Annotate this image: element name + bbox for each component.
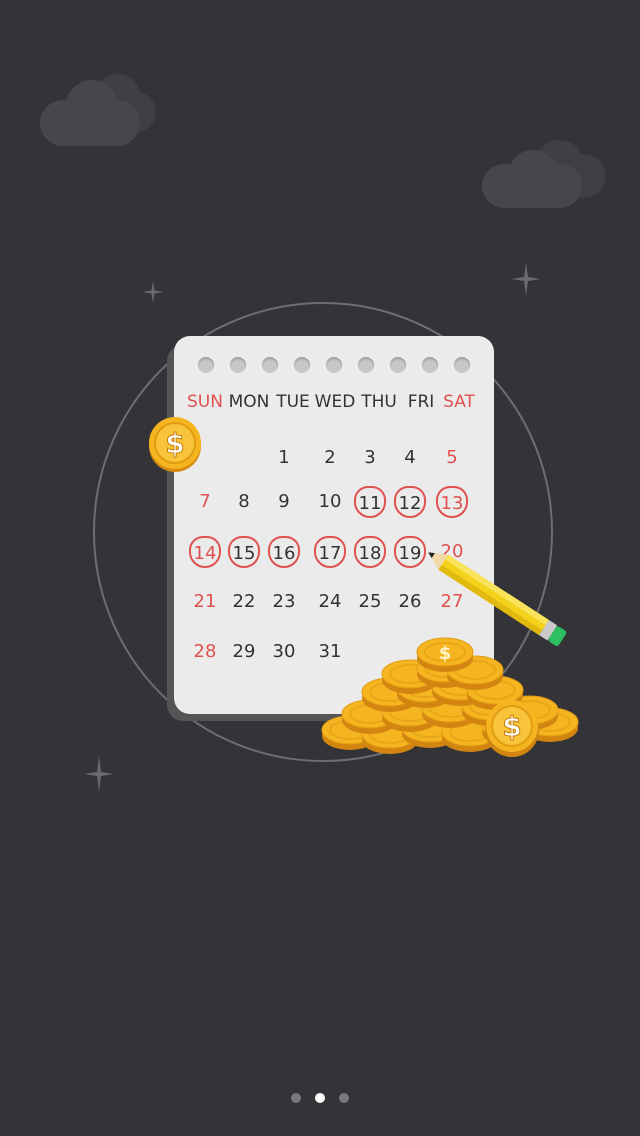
page-indicator[interactable] bbox=[291, 1093, 351, 1105]
coin-symbol: $ bbox=[502, 710, 521, 743]
weekday-wed: WED bbox=[314, 392, 356, 412]
binder-hole bbox=[358, 357, 374, 373]
calendar-day: 8 bbox=[238, 491, 250, 512]
calendar-day: 11 bbox=[354, 486, 386, 518]
calendar-day: 2 bbox=[324, 447, 336, 468]
calendar-day: 4 bbox=[404, 447, 416, 468]
coin-symbol: $ bbox=[165, 427, 184, 460]
weekday-thu: THU bbox=[361, 392, 397, 412]
calendar-day: 3 bbox=[364, 447, 376, 468]
weekday-tue: TUE bbox=[276, 392, 310, 412]
page-dot-3[interactable] bbox=[339, 1093, 349, 1103]
calendar-day: 22 bbox=[232, 591, 256, 612]
binder-hole bbox=[454, 357, 470, 373]
calendar-day: 13 bbox=[436, 486, 468, 518]
calendar-day: 18 bbox=[354, 536, 386, 568]
calendar-day: 9 bbox=[278, 491, 290, 512]
coin-symbol: $ bbox=[439, 643, 452, 664]
calendar-day: 30 bbox=[272, 641, 296, 662]
calendar-day: 17 bbox=[314, 536, 346, 568]
calendar-day: 1 bbox=[278, 447, 290, 468]
binder-hole bbox=[390, 357, 406, 373]
calendar-day: 5 bbox=[446, 447, 458, 468]
cloud-left bbox=[40, 72, 160, 148]
page-dot-2[interactable] bbox=[315, 1093, 325, 1103]
calendar-day: 25 bbox=[358, 591, 382, 612]
sparkle-icon bbox=[142, 281, 164, 303]
weekday-mon: MON bbox=[228, 392, 270, 412]
cloud-right bbox=[482, 140, 612, 210]
calendar-day: 23 bbox=[272, 591, 296, 612]
binder-hole bbox=[422, 357, 438, 373]
calendar-day: 10 bbox=[318, 491, 342, 512]
weekday-sat: SAT bbox=[443, 392, 475, 412]
calendar-day: 15 bbox=[228, 536, 260, 568]
weekday-sun: SUN bbox=[187, 392, 223, 412]
coin-icon: $ bbox=[149, 417, 201, 472]
calendar-day: 28 bbox=[193, 641, 217, 662]
binder-hole bbox=[198, 357, 214, 373]
sparkle-icon bbox=[511, 262, 541, 296]
calendar-day: 14 bbox=[189, 536, 221, 568]
page-dot-1[interactable] bbox=[291, 1093, 301, 1103]
sparkle-icon bbox=[84, 756, 114, 792]
coin-pile-icon: $$ bbox=[321, 637, 579, 757]
calendar-day: 7 bbox=[199, 491, 211, 512]
calendar-day: 12 bbox=[394, 486, 426, 518]
calendar-day: 29 bbox=[232, 641, 256, 662]
binder-hole bbox=[230, 357, 246, 373]
binder-hole bbox=[294, 357, 310, 373]
calendar-day: 24 bbox=[318, 591, 342, 612]
binder-hole bbox=[326, 357, 342, 373]
binder-hole bbox=[262, 357, 278, 373]
onboarding-scene: SUN MON TUE WED THU FRI SAT 1 2 3 4 5 7 8 9 10 11… bbox=[0, 0, 640, 1136]
calendar-day: 16 bbox=[268, 536, 300, 568]
calendar-day: 21 bbox=[193, 591, 217, 612]
